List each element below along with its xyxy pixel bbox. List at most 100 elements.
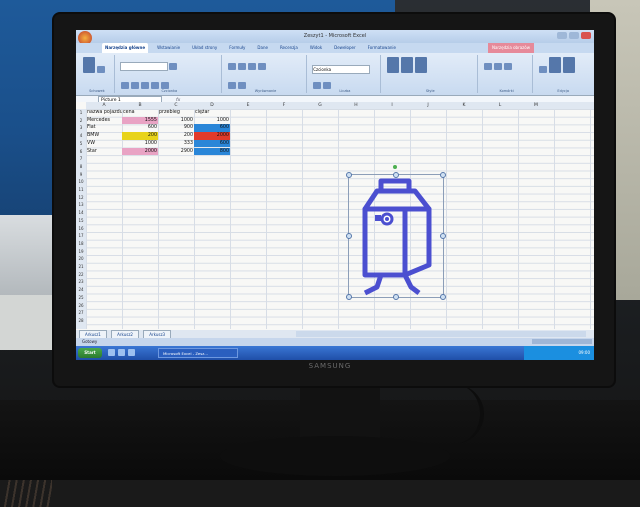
row-header[interactable]: 16 xyxy=(76,225,86,233)
resize-handle[interactable] xyxy=(440,172,446,178)
cut-icon[interactable] xyxy=(97,66,105,73)
close-button[interactable] xyxy=(581,32,591,39)
comma-icon[interactable] xyxy=(323,82,332,89)
cell[interactable]: 2000 xyxy=(194,132,230,140)
cell[interactable]: 900 xyxy=(158,124,194,132)
cell[interactable]: 600 xyxy=(122,124,158,132)
cell[interactable]: 800 xyxy=(194,147,230,156)
resize-handle[interactable] xyxy=(346,172,352,178)
quick-launch-icon[interactable] xyxy=(108,349,115,356)
row-header[interactable]: 5 xyxy=(76,140,86,148)
bold-icon[interactable] xyxy=(120,82,129,89)
cell[interactable]: 200 xyxy=(122,132,158,140)
tab-page-layout[interactable]: Układ strony xyxy=(189,43,220,53)
row-header[interactable]: 13 xyxy=(76,201,86,209)
cell[interactable]: 600 xyxy=(194,139,230,148)
cell-grid[interactable]: nazwa pojazdu cena przebieg ciężar Mercedes 1… xyxy=(86,109,594,329)
cell[interactable]: 600 xyxy=(194,124,230,133)
resize-handle[interactable] xyxy=(440,294,446,300)
underline-icon[interactable] xyxy=(140,82,149,89)
fill-color-icon[interactable] xyxy=(160,82,169,89)
cell[interactable]: BMW xyxy=(86,132,122,140)
row-header[interactable]: 11 xyxy=(76,186,86,194)
font-name-box[interactable] xyxy=(119,62,168,71)
row-header[interactable]: 20 xyxy=(76,255,86,263)
row-header[interactable]: 26 xyxy=(76,302,86,310)
row-header[interactable]: 22 xyxy=(76,271,86,279)
row-header[interactable]: 14 xyxy=(76,209,86,217)
resize-handle[interactable] xyxy=(346,294,352,300)
row-header[interactable]: 24 xyxy=(76,286,86,294)
quick-launch-icon[interactable] xyxy=(118,349,125,356)
column-header[interactable]: D xyxy=(194,102,230,109)
column-header[interactable]: H xyxy=(338,102,374,109)
row-header[interactable]: 4 xyxy=(76,132,86,140)
cell[interactable]: 1000 xyxy=(194,117,230,125)
column-header[interactable]: I xyxy=(374,102,410,109)
column-header[interactable]: C xyxy=(158,102,194,109)
picture-selection[interactable] xyxy=(346,165,446,300)
row-header[interactable]: 23 xyxy=(76,278,86,286)
horizontal-scrollbar[interactable] xyxy=(296,331,586,337)
tab-home[interactable]: Narzędzia główne xyxy=(102,43,149,53)
row-header[interactable]: 7 xyxy=(76,155,86,163)
insert-cells-icon[interactable] xyxy=(483,63,492,70)
row-header[interactable]: 6 xyxy=(76,148,86,156)
milk-carton-character-icon[interactable] xyxy=(349,175,443,297)
column-header[interactable]: M xyxy=(518,102,554,109)
find-select-icon[interactable] xyxy=(563,57,576,73)
tab-review[interactable]: Recenzja xyxy=(277,43,301,53)
row-header[interactable]: 21 xyxy=(76,263,86,271)
resize-handle[interactable] xyxy=(440,233,446,239)
cell[interactable]: 2000 xyxy=(122,147,158,156)
tab-developer[interactable]: Deweloper xyxy=(331,43,358,53)
column-header[interactable]: J xyxy=(410,102,446,109)
borders-icon[interactable] xyxy=(150,82,159,89)
format-table-icon[interactable] xyxy=(400,57,413,73)
row-header[interactable]: 2 xyxy=(76,117,86,125)
delete-cells-icon[interactable] xyxy=(493,63,502,70)
cell[interactable]: Fiat xyxy=(86,124,122,132)
cell[interactable]: Star xyxy=(86,148,122,156)
merge-icon[interactable] xyxy=(237,82,246,89)
tab-view[interactable]: Widok xyxy=(307,43,325,53)
cell[interactable]: 1555 xyxy=(122,116,158,125)
row-header[interactable]: 17 xyxy=(76,232,86,240)
resize-handle[interactable] xyxy=(393,172,399,178)
align-center-icon[interactable] xyxy=(237,63,246,70)
resize-handle[interactable] xyxy=(393,294,399,300)
row-header[interactable]: 12 xyxy=(76,194,86,202)
row-header[interactable]: 10 xyxy=(76,178,86,186)
tab-formulas[interactable]: Formuły xyxy=(226,43,248,53)
number-format-box[interactable]: Czcionka xyxy=(312,65,371,74)
percent-icon[interactable] xyxy=(313,82,322,89)
row-header[interactable]: 18 xyxy=(76,240,86,248)
row-header[interactable]: 28 xyxy=(76,317,86,325)
conditional-format-icon[interactable] xyxy=(386,57,399,73)
align-left-icon[interactable] xyxy=(227,63,236,70)
cell[interactable]: 2900 xyxy=(158,148,194,156)
row-header[interactable]: 15 xyxy=(76,217,86,225)
maximize-button[interactable] xyxy=(569,32,579,39)
cell[interactable]: nazwa pojazdu xyxy=(86,109,122,117)
row-header[interactable]: 9 xyxy=(76,171,86,179)
font-size-icon[interactable] xyxy=(168,63,177,70)
cell[interactable]: VW xyxy=(86,140,122,148)
rotate-handle[interactable] xyxy=(393,165,397,169)
column-header[interactable]: G xyxy=(302,102,338,109)
format-cells-icon[interactable] xyxy=(503,63,512,70)
indent-icon[interactable] xyxy=(227,82,236,89)
cell[interactable]: 1000 xyxy=(158,117,194,125)
row-header[interactable]: 27 xyxy=(76,309,86,317)
column-header[interactable]: A xyxy=(86,102,122,109)
row-header[interactable]: 1 xyxy=(76,109,86,117)
tab-insert[interactable]: Wstawianie xyxy=(154,43,183,53)
column-header[interactable]: E xyxy=(230,102,266,109)
autosum-icon[interactable] xyxy=(539,66,548,73)
column-header[interactable]: B xyxy=(122,102,158,109)
cell[interactable]: ciężar xyxy=(194,109,230,117)
row-header[interactable]: 25 xyxy=(76,294,86,302)
row-header[interactable]: 3 xyxy=(76,124,86,132)
zoom-slider[interactable] xyxy=(532,339,592,344)
column-header[interactable]: L xyxy=(482,102,518,109)
